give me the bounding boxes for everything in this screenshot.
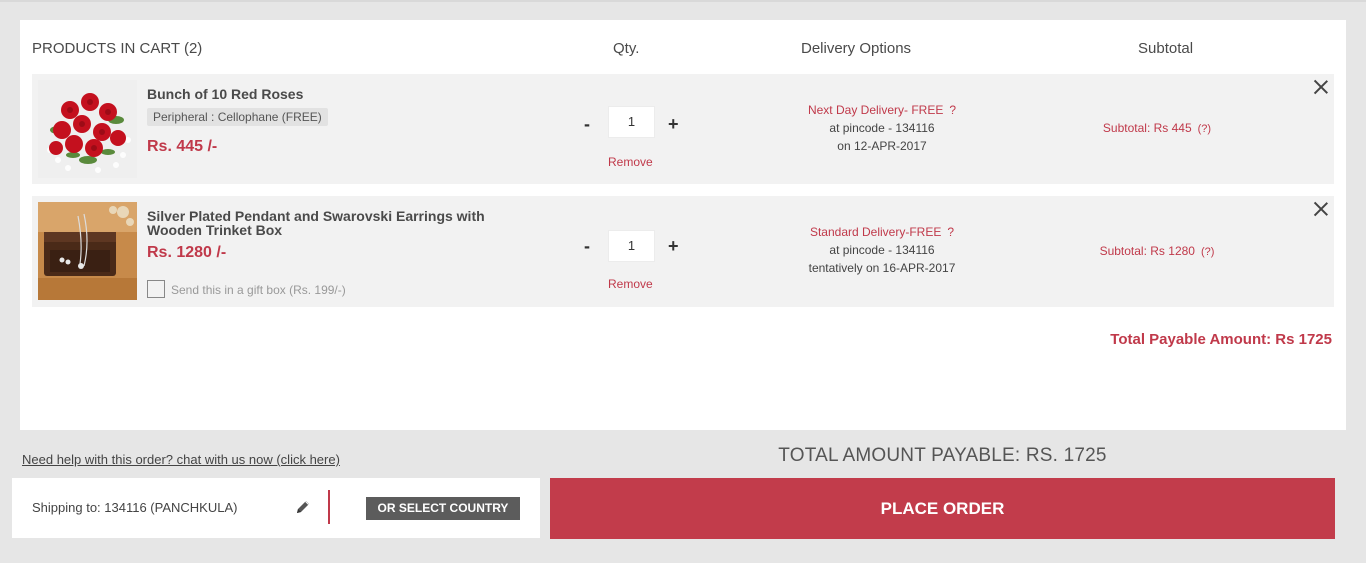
delivery-title[interactable]: Standard Delivery-FREE <box>810 225 941 239</box>
remove-item-link[interactable]: Remove <box>608 277 653 291</box>
qty-increase-button[interactable]: + <box>668 236 679 257</box>
pencil-icon[interactable] <box>294 498 312 516</box>
qty-decrease-button[interactable]: - <box>584 236 590 257</box>
delivery-title[interactable]: Next Day Delivery- FREE <box>808 103 943 117</box>
cart-item-row: Silver Plated Pendant and Swarovski Earr… <box>32 196 1334 307</box>
qty-input[interactable]: 1 <box>608 106 655 138</box>
shipping-divider <box>328 490 330 524</box>
qty-increase-button[interactable]: + <box>668 114 679 135</box>
header-products: PRODUCTS IN CART (2) <box>32 40 203 57</box>
product-price: Rs. 445 /- <box>147 138 218 155</box>
header-qty: Qty. <box>613 40 640 57</box>
gift-box-label: Send this in a gift box (Rs. 199/-) <box>171 283 346 298</box>
delivery-pincode: at pincode - 134116 <box>829 243 935 257</box>
product-price: Rs. 1280 /- <box>147 244 227 261</box>
product-image-roses[interactable] <box>38 80 137 178</box>
qty-decrease-button[interactable]: - <box>584 114 590 135</box>
product-peripheral-tag: Peripheral : Cellophane (FREE) <box>147 108 328 126</box>
gift-box-option[interactable]: Send this in a gift box (Rs. 199/-) <box>147 280 346 300</box>
item-subtotal: Subtotal: Rs 445 (?) <box>1082 121 1232 135</box>
top-divider <box>0 0 1366 2</box>
qty-input[interactable]: 1 <box>608 230 655 262</box>
delivery-date: tentatively on 16-APR-2017 <box>808 261 956 275</box>
delivery-pincode: at pincode - 134116 <box>829 121 935 135</box>
select-country-button[interactable]: OR SELECT COUNTRY <box>366 497 520 520</box>
total-amount-payable: TOTAL AMOUNT PAYABLE: RS. 1725 <box>778 445 1107 466</box>
close-icon[interactable] <box>1313 201 1329 217</box>
delivery-date: on 12-APR-2017 <box>837 139 927 153</box>
delivery-option: Next Day Delivery- FREE? at pincode - 13… <box>782 101 982 155</box>
delivery-help-icon[interactable]: ? <box>947 225 954 239</box>
item-subtotal: Subtotal: Rs 1280 (?) <box>1082 244 1232 258</box>
delivery-option: Standard Delivery-FREE? at pincode - 134… <box>782 223 982 277</box>
product-image-pendant[interactable] <box>38 202 137 300</box>
checkbox-icon[interactable] <box>147 280 165 298</box>
chat-help-link[interactable]: Need help with this order? chat with us … <box>22 452 340 467</box>
product-name[interactable]: Bunch of 10 Red Roses <box>147 87 303 101</box>
cart-item-row: Bunch of 10 Red Roses Peripheral : Cello… <box>32 74 1334 184</box>
item-subtotal-value: Subtotal: Rs 1280 <box>1099 244 1195 258</box>
remove-item-link[interactable]: Remove <box>608 155 653 169</box>
header-subtotal: Subtotal <box>1138 40 1194 57</box>
delivery-help-icon[interactable]: ? <box>949 103 956 117</box>
close-icon[interactable] <box>1313 79 1329 95</box>
subtotal-help-icon[interactable]: (?) <box>1201 246 1214 258</box>
shipping-destination: Shipping to: 134116 (PANCHKULA) <box>32 500 238 515</box>
shipping-panel: Shipping to: 134116 (PANCHKULA) OR SELEC… <box>12 478 540 538</box>
place-order-button[interactable]: PLACE ORDER <box>550 478 1335 539</box>
total-payable-amount: Total Payable Amount: Rs 1725 <box>1110 331 1332 348</box>
item-subtotal-value: Subtotal: Rs 445 <box>1102 121 1192 135</box>
subtotal-help-icon[interactable]: (?) <box>1198 123 1211 135</box>
product-name[interactable]: Silver Plated Pendant and Swarovski Earr… <box>147 209 527 237</box>
header-delivery-options: Delivery Options <box>801 40 912 57</box>
